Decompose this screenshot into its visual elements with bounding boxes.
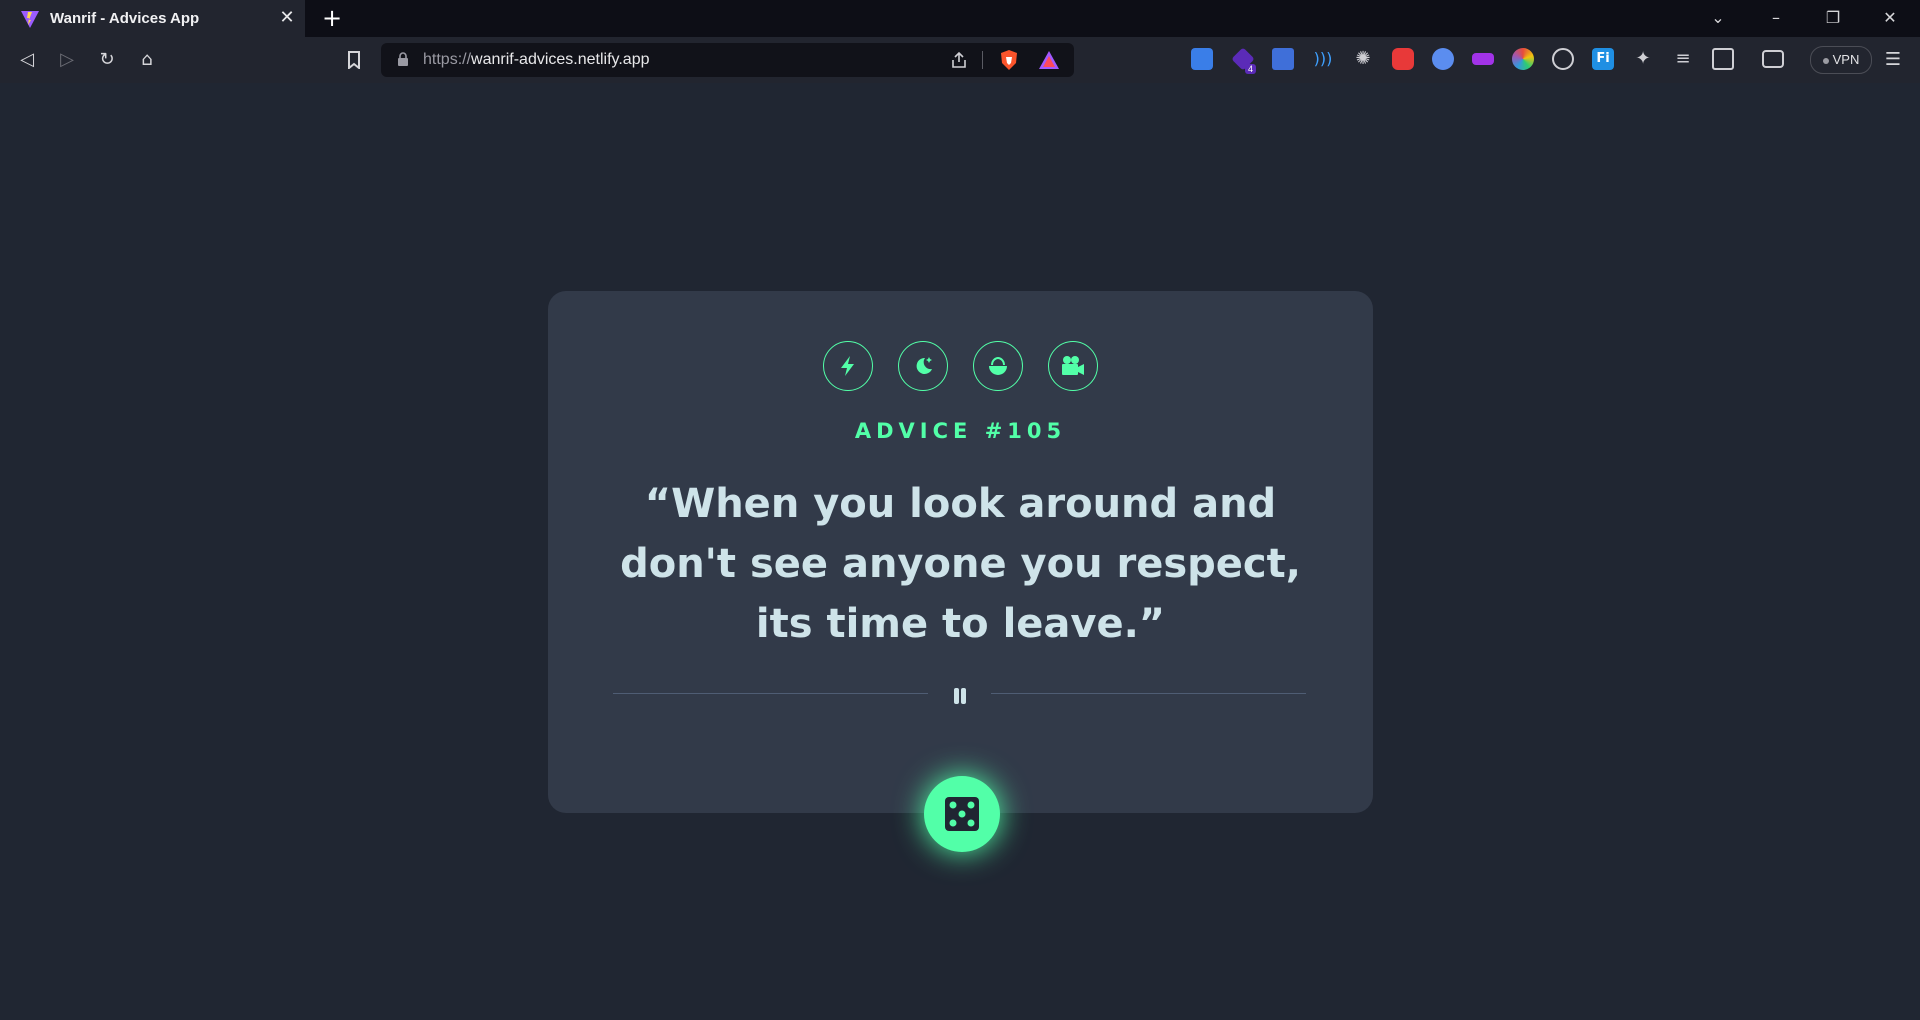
- purple-extension-icon[interactable]: [1472, 53, 1494, 65]
- tab-wanrif[interactable]: Wanrif - Advices App ✕: [0, 0, 305, 37]
- video-camera-icon[interactable]: [1048, 341, 1098, 391]
- target-extension-icon[interactable]: [1552, 48, 1574, 70]
- bookmark-icon: [348, 51, 360, 71]
- bitwarden-icon[interactable]: [1272, 48, 1294, 70]
- new-tab-button[interactable]: +: [320, 6, 344, 30]
- moon-icon[interactable]: [898, 341, 948, 391]
- new-advice-dice-button[interactable]: [924, 776, 1000, 852]
- sidebar-icon[interactable]: [1712, 48, 1734, 70]
- separator: [982, 51, 983, 69]
- category-icons: [548, 341, 1373, 391]
- extension-count-badge: 4: [1245, 64, 1257, 74]
- search-extension-icon[interactable]: [1432, 48, 1454, 70]
- color-picker-icon[interactable]: [1512, 48, 1534, 70]
- menu-icon[interactable]: ☰: [1880, 47, 1906, 73]
- share-icon[interactable]: [949, 50, 969, 70]
- puzzle-icon[interactable]: ✦: [1632, 48, 1654, 70]
- url-text: https://wanrif-advices.netlify.app: [423, 51, 650, 68]
- gear-extension-icon[interactable]: ✺: [1352, 48, 1374, 70]
- audio-extension-icon[interactable]: ))): [1312, 48, 1334, 70]
- pause-divider-icon: [954, 688, 966, 704]
- tab-search-chevron-icon[interactable]: ⌄: [1706, 6, 1730, 30]
- back-button[interactable]: ◁: [14, 47, 40, 73]
- minimize-button[interactable]: –: [1764, 6, 1788, 30]
- vite-logo-icon: [21, 10, 39, 28]
- vpn-button[interactable]: VPN: [1810, 46, 1872, 74]
- playlist-icon[interactable]: ≡: [1672, 48, 1694, 70]
- tab-title: Wanrif - Advices App: [50, 10, 200, 27]
- lightning-icon[interactable]: [823, 341, 873, 391]
- fi-extension-icon[interactable]: Fi: [1592, 48, 1614, 70]
- address-bar[interactable]: https://wanrif-advices.netlify.app: [381, 43, 1074, 77]
- lock-icon: [398, 52, 408, 66]
- divider-left: [613, 693, 928, 694]
- wallet-icon[interactable]: [1762, 50, 1784, 68]
- advice-number: ADVICE #105: [854, 419, 1067, 443]
- vpn-status-dot: [1822, 57, 1829, 64]
- advice-card: ADVICE #105 “When you look around and do…: [548, 291, 1373, 813]
- tab-strip: Wanrif - Advices App ✕ + ⌄ – ❐ ✕: [0, 0, 1920, 37]
- reload-button[interactable]: ↻: [94, 47, 120, 73]
- brave-shield-icon[interactable]: [998, 49, 1020, 71]
- brave-rewards-icon[interactable]: [1038, 50, 1060, 70]
- divider-right: [991, 693, 1306, 694]
- translate-extension-icon[interactable]: [1191, 48, 1213, 70]
- forward-button[interactable]: ▷: [54, 47, 80, 73]
- home-button[interactable]: ⌂: [134, 47, 160, 73]
- advice-quote: “When you look around and don't see anyo…: [620, 481, 1301, 647]
- close-tab-icon[interactable]: ✕: [277, 8, 297, 28]
- close-window-button[interactable]: ✕: [1878, 6, 1902, 30]
- bookmark-button[interactable]: [341, 47, 367, 73]
- dice-icon: [945, 797, 979, 831]
- bowl-icon[interactable]: [973, 341, 1023, 391]
- pdf-extension-icon[interactable]: [1392, 48, 1414, 70]
- restore-button[interactable]: ❐: [1821, 6, 1845, 30]
- browser-toolbar: ◁ ▷ ↻ ⌂ https://wanrif-advices.netlify.a…: [0, 37, 1920, 83]
